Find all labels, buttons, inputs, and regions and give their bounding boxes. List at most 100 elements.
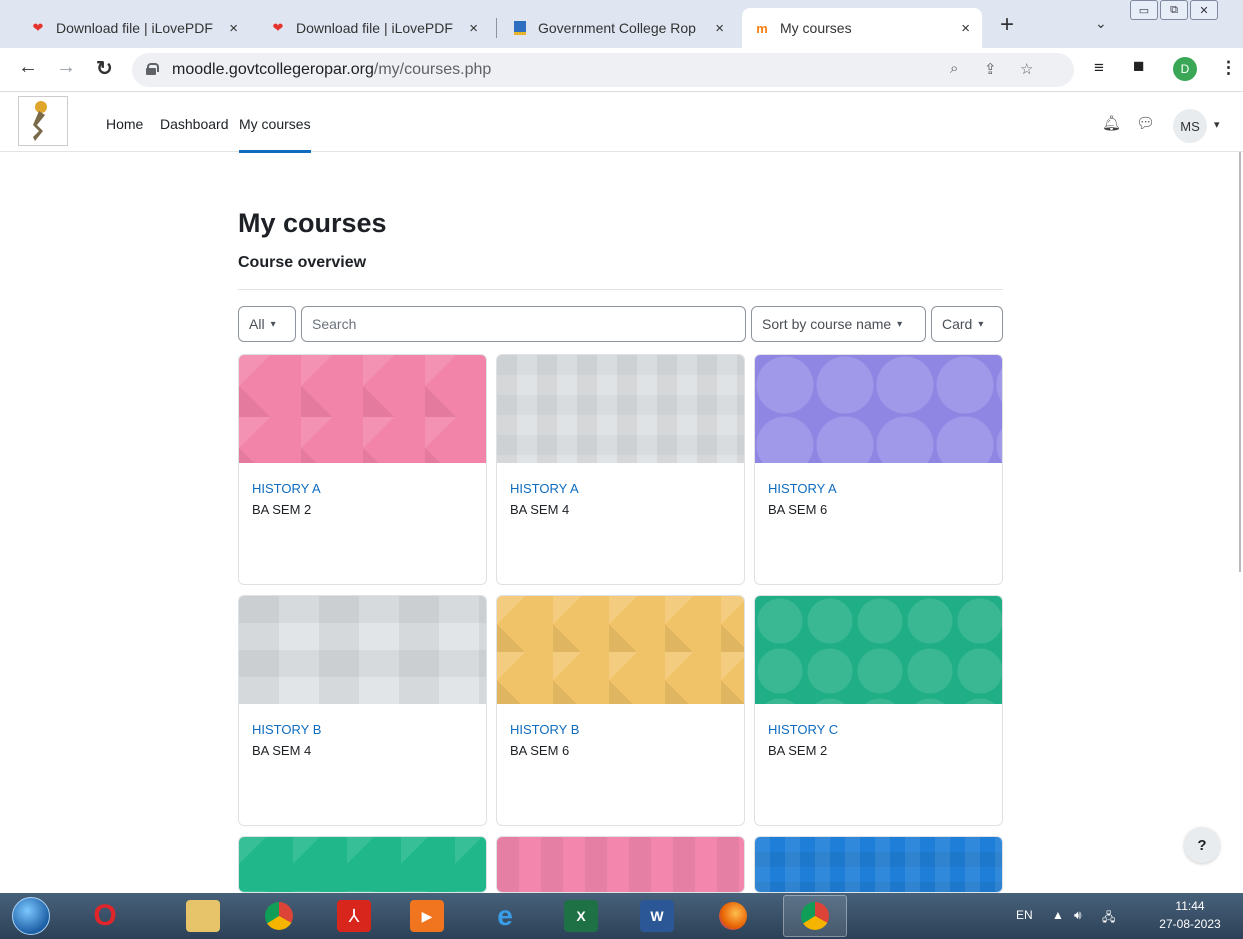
course-image[interactable] [755, 596, 1002, 704]
start-button[interactable] [12, 897, 50, 935]
browser-tab-ilovepdf-2[interactable]: ❤ Download file | iLovePDF × [258, 8, 490, 48]
browser-tab-strip: ❤ Download file | iLovePDF × ❤ Download … [0, 0, 1243, 48]
language-indicator[interactable]: EN [1016, 908, 1033, 922]
heart-icon: ❤ [32, 20, 44, 35]
chevron-down-icon: ▾ [978, 318, 984, 330]
course-card[interactable]: HISTORY A BA SEM 6 [754, 354, 1003, 585]
new-tab-button[interactable]: + [1000, 13, 1014, 37]
messages-icon[interactable]: 💬︎ [1136, 114, 1155, 132]
firefox-icon[interactable] [716, 900, 750, 932]
window-controls: ▭ ⧉ ✕ [1130, 0, 1220, 20]
course-category: BA SEM 4 [252, 743, 312, 758]
course-category: BA SEM 6 [768, 502, 828, 517]
volume-icon[interactable]: 🔊︎ [1074, 908, 1082, 923]
course-image[interactable] [755, 837, 1002, 892]
course-category: BA SEM 2 [252, 502, 312, 517]
forward-arrow-icon[interactable]: → [56, 56, 76, 79]
course-card[interactable] [238, 836, 487, 893]
page-scrollbar[interactable] [1239, 152, 1241, 572]
close-tab-icon[interactable]: × [469, 20, 478, 37]
close-window-button[interactable]: ✕ [1190, 0, 1218, 20]
chrome-active-icon[interactable] [798, 900, 832, 932]
chevron-down-icon: ▾ [270, 318, 276, 330]
browser-tab-my-courses[interactable]: m My courses × [742, 8, 982, 48]
course-card[interactable]: HISTORY C BA SEM 2 [754, 595, 1003, 826]
view-dropdown[interactable]: Card ▾ [931, 306, 1003, 342]
search-input[interactable]: Search [301, 306, 746, 342]
nav-home[interactable]: Home [106, 116, 143, 132]
course-card[interactable] [754, 836, 1003, 893]
profile-avatar[interactable]: D [1173, 57, 1197, 81]
course-image[interactable] [239, 596, 486, 704]
moodle-navbar: Home Dashboard My courses 🔔︎ 💬︎ MS ▾ [0, 92, 1243, 153]
college-favicon-icon [512, 20, 528, 36]
acrobat-icon[interactable]: ⅄ [337, 900, 371, 932]
course-image[interactable] [239, 355, 486, 463]
close-tab-icon[interactable]: × [229, 20, 238, 37]
address-bar[interactable]: moodle.govtcollegeropar.org/my/courses.p… [132, 53, 1074, 87]
course-category: BA SEM 2 [768, 743, 828, 758]
course-card[interactable]: HISTORY B BA SEM 6 [496, 595, 745, 826]
course-name-link[interactable]: HISTORY A [510, 481, 579, 496]
user-avatar[interactable]: MS [1173, 109, 1207, 143]
help-button[interactable]: ? [1184, 827, 1220, 863]
browser-menu-icon[interactable]: ⋮ [1220, 58, 1237, 78]
file-explorer-icon[interactable] [186, 900, 220, 932]
sort-dropdown[interactable]: Sort by course name ▾ [751, 306, 926, 342]
word-icon[interactable]: W [640, 900, 674, 932]
browser-tab-government-college[interactable]: Government College Rop × [500, 8, 736, 48]
media-player-icon[interactable]: ▶ [410, 900, 444, 932]
course-card[interactable]: HISTORY A BA SEM 4 [496, 354, 745, 585]
reading-list-icon[interactable]: ≡ [1094, 58, 1104, 78]
restore-button[interactable]: ⧉ [1160, 0, 1188, 20]
course-image[interactable] [239, 837, 486, 892]
close-tab-icon[interactable]: × [961, 20, 970, 37]
close-tab-icon[interactable]: × [715, 20, 724, 37]
user-menu-chevron-icon[interactable]: ▾ [1214, 118, 1220, 131]
chevron-down-icon: ▾ [897, 318, 903, 330]
course-image[interactable] [755, 355, 1002, 463]
college-logo-icon [33, 101, 47, 141]
course-image[interactable] [497, 355, 744, 463]
bookmark-star-icon[interactable]: ☆ [1020, 60, 1033, 78]
tab-search-chevron-icon[interactable]: ⌄ [1095, 15, 1107, 32]
nav-my-courses[interactable]: My courses [239, 116, 311, 153]
tab-title: My courses [780, 20, 852, 36]
excel-icon[interactable]: X [564, 900, 598, 932]
course-category: BA SEM 4 [510, 502, 570, 517]
heart-icon: ❤ [272, 20, 284, 35]
show-hidden-icons-icon[interactable]: ▲ [1052, 908, 1064, 922]
course-name-link[interactable]: HISTORY B [252, 722, 321, 737]
course-card[interactable]: HISTORY B BA SEM 4 [238, 595, 487, 826]
zoom-icon[interactable]: ⌕ [950, 60, 958, 77]
course-name-link[interactable]: HISTORY C [768, 722, 838, 737]
site-logo[interactable] [18, 96, 68, 146]
opera-icon[interactable]: O [88, 899, 122, 932]
tab-title: Download file | iLovePDF [56, 20, 213, 36]
notification-bell-icon[interactable]: 🔔︎ [1102, 114, 1121, 132]
minimize-button[interactable]: ▭ [1130, 0, 1158, 20]
side-panel-icon[interactable]: ■ [1133, 56, 1144, 78]
browser-tab-ilovepdf-1[interactable]: ❤ Download file | iLovePDF × [18, 8, 250, 48]
course-name-link[interactable]: HISTORY B [510, 722, 579, 737]
course-card[interactable] [496, 836, 745, 893]
course-card[interactable]: HISTORY A BA SEM 2 [238, 354, 487, 585]
internet-explorer-icon[interactable]: e [488, 900, 522, 932]
course-image[interactable] [497, 837, 744, 892]
nav-dashboard[interactable]: Dashboard [160, 116, 229, 132]
back-arrow-icon[interactable]: ← [18, 56, 38, 79]
network-icon[interactable]: 🖧 [1102, 908, 1115, 929]
url-text[interactable]: moodle.govtcollegeropar.org/my/courses.p… [172, 61, 491, 79]
reload-icon[interactable]: ↻ [96, 56, 113, 81]
course-name-link[interactable]: HISTORY A [768, 481, 837, 496]
grouping-value: All [249, 316, 265, 332]
course-image[interactable] [497, 596, 744, 704]
clock-date: 27-08-2023 [1159, 917, 1221, 931]
windows-taskbar: O ⅄ ▶ e X W EN ▲ 🔊︎ 🖧 11:44 27-08-2023 [0, 893, 1243, 939]
chrome-icon[interactable] [262, 900, 296, 932]
grouping-dropdown[interactable]: All ▾ [238, 306, 296, 342]
course-name-link[interactable]: HISTORY A [252, 481, 321, 496]
tab-separator [496, 18, 497, 38]
share-icon[interactable]: ⇪ [984, 60, 997, 78]
system-clock[interactable]: 11:44 27-08-2023 [1147, 897, 1233, 933]
